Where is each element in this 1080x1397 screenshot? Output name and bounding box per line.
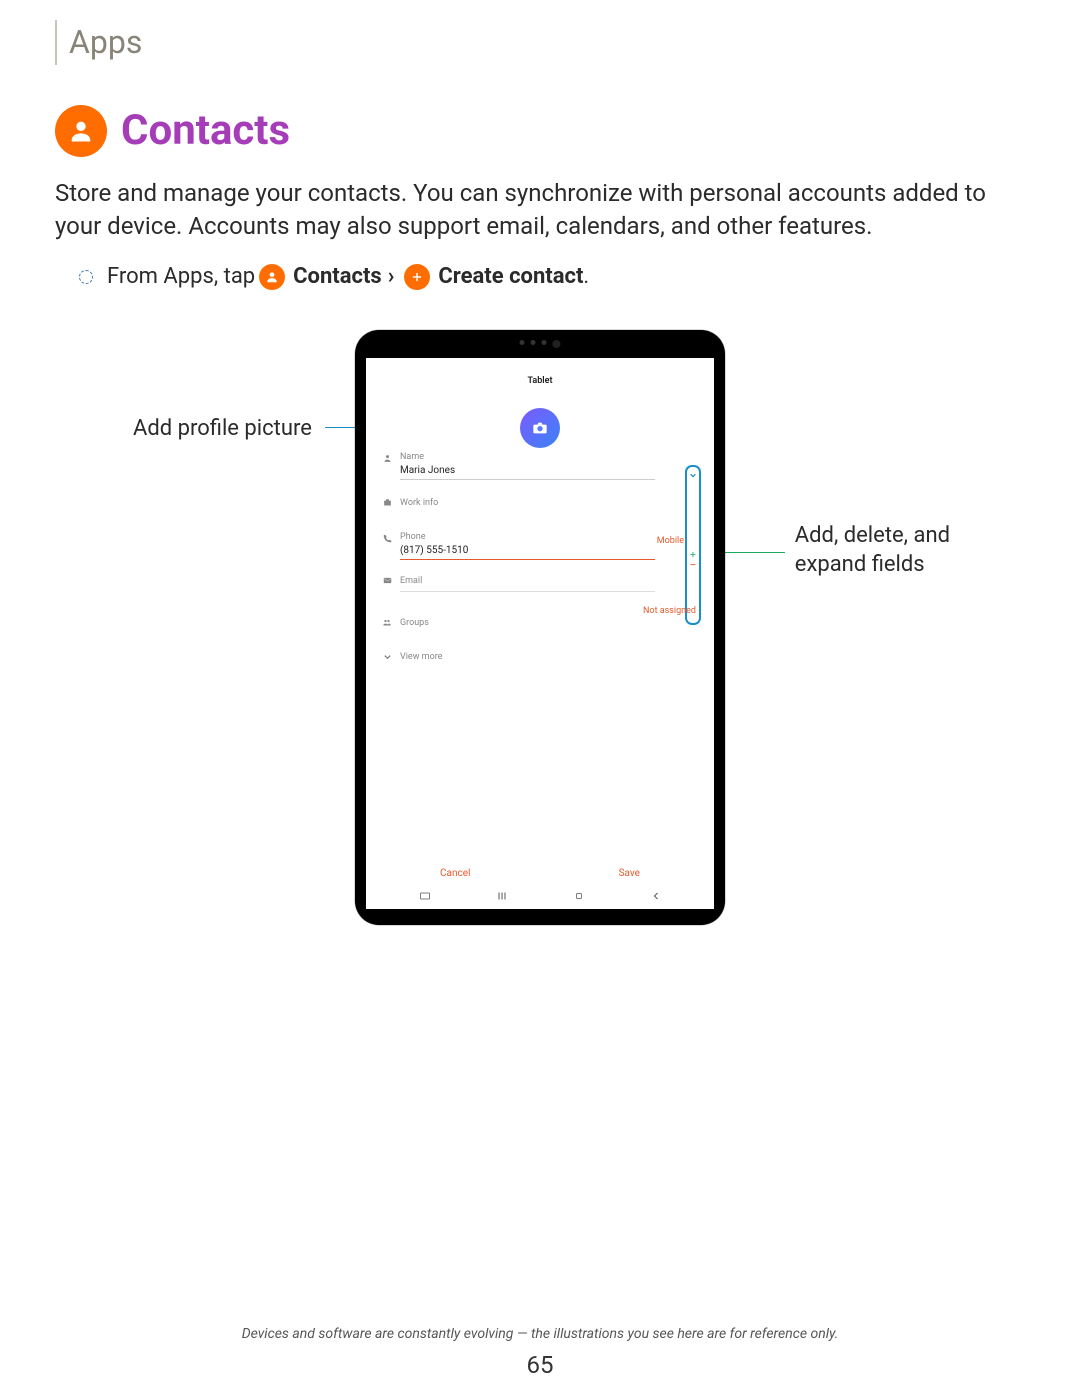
step-period: . <box>583 264 589 289</box>
email-icon <box>380 574 394 585</box>
chevron-icon: › <box>388 264 395 289</box>
plus-inline-icon <box>404 264 430 290</box>
nav-home-icon[interactable] <box>573 890 585 905</box>
nav-keyboard-icon[interactable] <box>419 890 431 905</box>
view-more-row[interactable]: View more <box>380 636 700 670</box>
page-title: Contacts <box>121 106 290 155</box>
nav-back-icon[interactable] <box>650 890 662 905</box>
section-header: Apps <box>55 20 1025 65</box>
chevron-down-icon <box>380 650 394 661</box>
name-value[interactable]: Maria Jones <box>400 462 655 480</box>
work-field-row[interactable]: Work info <box>380 486 700 516</box>
email-field-row[interactable]: Email <box>380 566 700 598</box>
phone-type-tag[interactable]: Mobile <box>657 536 684 546</box>
step-create-label: Create contact <box>438 264 583 289</box>
callout-profile-picture: Add profile picture <box>133 416 312 441</box>
status-bar <box>366 358 714 370</box>
nav-recent-icon[interactable] <box>496 890 508 905</box>
phone-icon <box>380 532 394 543</box>
groups-tag: Not assigned <box>643 606 696 616</box>
contacts-inline-icon <box>259 264 285 290</box>
step-prefix: From Apps, tap <box>107 264 255 289</box>
instruction-step: From Apps, tap Contacts › Create contact… <box>79 264 1025 290</box>
step-contacts-label: Contacts <box>293 264 382 289</box>
name-field-row[interactable]: Name Maria Jones <box>380 446 700 486</box>
groups-label: Groups <box>400 616 700 630</box>
action-bar: Cancel Save <box>366 868 714 879</box>
email-label: Email <box>400 574 700 588</box>
screen-header-title: Tablet <box>366 370 714 406</box>
briefcase-icon <box>380 496 394 507</box>
add-profile-picture-button[interactable] <box>520 408 560 448</box>
diagram-container: Add profile picture Add, delete, and exp… <box>55 330 1025 925</box>
view-more-label: View more <box>400 650 700 664</box>
phone-field-row[interactable]: Phone (817) 555-1510 Mobile <box>380 516 700 566</box>
phone-value[interactable]: (817) 555-1510 <box>400 542 655 560</box>
intro-paragraph: Store and manage your contacts. You can … <box>55 177 1025 244</box>
cancel-button[interactable]: Cancel <box>440 868 470 879</box>
save-button[interactable]: Save <box>619 868 640 879</box>
person-icon <box>380 452 394 463</box>
disclaimer-text: Devices and software are constantly evol… <box>0 1326 1080 1342</box>
name-label: Name <box>400 452 700 462</box>
work-label: Work info <box>400 496 700 510</box>
step-bullet-icon <box>79 270 93 284</box>
phone-label: Phone <box>400 532 700 542</box>
navigation-bar <box>366 890 714 905</box>
tablet-screen: Tablet + − <box>366 358 714 909</box>
camera-icon <box>532 422 548 434</box>
callout-fields: Add, delete, and expand fields <box>795 522 950 579</box>
groups-icon <box>380 616 394 627</box>
title-row: Contacts <box>55 105 1025 157</box>
contact-form: Name Maria Jones Work info <box>366 406 714 670</box>
contacts-app-icon <box>55 105 107 157</box>
tablet-device-frame: Tablet + − <box>355 330 725 925</box>
groups-field-row[interactable]: Groups Not assigned <box>380 598 700 636</box>
tablet-sensors <box>520 340 561 348</box>
page-number: 65 <box>0 1351 1080 1379</box>
